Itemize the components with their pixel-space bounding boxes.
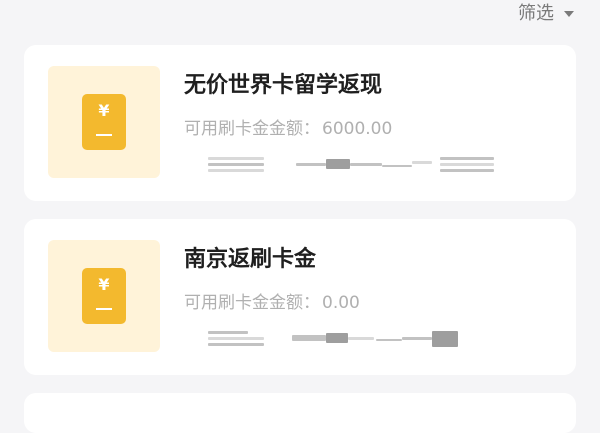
available-amount: 可用刷卡金金额： 0.00 <box>184 291 360 315</box>
amount-label: 可用刷卡金金额： <box>184 293 320 313</box>
card-thumbnail: ¥ <box>48 240 160 352</box>
rebate-card[interactable] <box>24 393 576 433</box>
amount-label: 可用刷卡金金额： <box>184 119 320 139</box>
yen-card-icon: ¥ <box>82 268 126 324</box>
card-thumbnail: ¥ <box>48 66 160 178</box>
amount-value: 6000.00 <box>322 119 393 139</box>
rebate-card[interactable]: ¥ 无价世界卡留学返现 可用刷卡金金额： 6000.00 <box>24 45 576 201</box>
filter-label: 筛选 <box>518 3 554 24</box>
caret-down-icon <box>564 11 574 17</box>
available-amount: 可用刷卡金金额： 6000.00 <box>184 117 392 141</box>
filter-button[interactable]: 筛选 <box>518 2 574 26</box>
redacted-validity <box>184 329 484 349</box>
rebate-card[interactable]: ¥ 南京返刷卡金 可用刷卡金金额： 0.00 <box>24 219 576 375</box>
card-title: 无价世界卡留学返现 <box>184 73 383 98</box>
redacted-validity <box>184 155 494 175</box>
card-title: 南京返刷卡金 <box>184 247 317 272</box>
amount-value: 0.00 <box>322 293 360 313</box>
yen-card-icon: ¥ <box>82 94 126 150</box>
